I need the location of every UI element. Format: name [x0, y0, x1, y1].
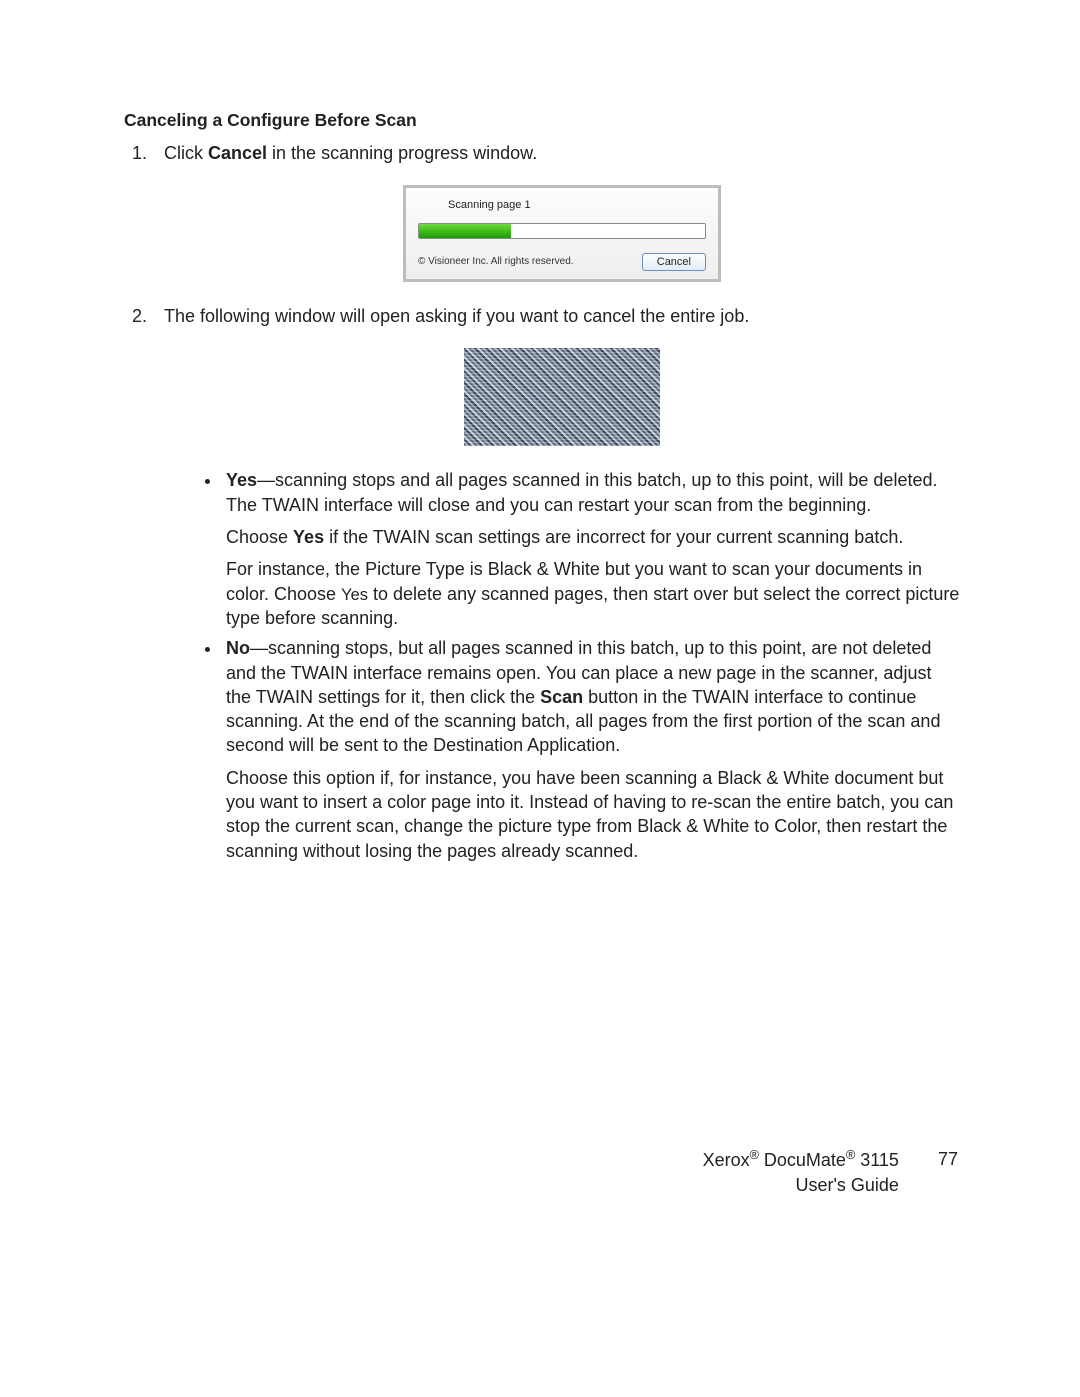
section-heading: Canceling a Configure Before Scan — [124, 110, 960, 131]
bullet-yes: Yes—scanning stops and all pages scanned… — [222, 468, 960, 630]
yes-p2b: Yes — [293, 527, 324, 547]
step-1-bold: Cancel — [208, 143, 267, 163]
footer-guide: User's Guide — [795, 1175, 898, 1195]
step-2-text: The following window will open asking if… — [164, 306, 749, 326]
no-label: No — [226, 638, 250, 658]
yes-p2a: Choose — [226, 527, 293, 547]
yes-p2c: if the TWAIN scan settings are incorrect… — [324, 527, 903, 547]
progress-status-text: Scanning page 1 — [448, 198, 706, 213]
progress-bar — [418, 223, 706, 239]
progress-copyright: © Visioneer Inc. All rights reserved. — [418, 255, 574, 269]
step-1-pre: Click — [164, 143, 208, 163]
yes-p1: scanning stops and all pages scanned in … — [226, 470, 937, 514]
page-number: 77 — [938, 1147, 958, 1171]
no-p2: Choose this option if, for instance, you… — [226, 766, 960, 863]
bullet-no: No—scanning stops, but all pages scanned… — [222, 636, 960, 863]
yes-label: Yes — [226, 470, 257, 490]
yes-dash: — — [257, 470, 275, 490]
no-p1b: Scan — [540, 687, 583, 707]
no-dash: — — [250, 638, 268, 658]
cancel-button[interactable]: Cancel — [642, 253, 706, 271]
page-footer: Xerox® DocuMate® 3115 User's Guide 77 — [703, 1147, 958, 1197]
yes-p3b: Yes — [341, 586, 368, 604]
footer-product: Xerox® DocuMate® 3115 — [703, 1150, 899, 1170]
step-2: The following window will open asking if… — [152, 304, 960, 863]
step-1-post: in the scanning progress window. — [267, 143, 537, 163]
step-1: Click Cancel in the scanning progress wi… — [152, 141, 960, 282]
confirm-dialog-placeholder — [464, 348, 660, 446]
progress-dialog: Scanning page 1 © Visioneer Inc. All rig… — [403, 185, 721, 282]
